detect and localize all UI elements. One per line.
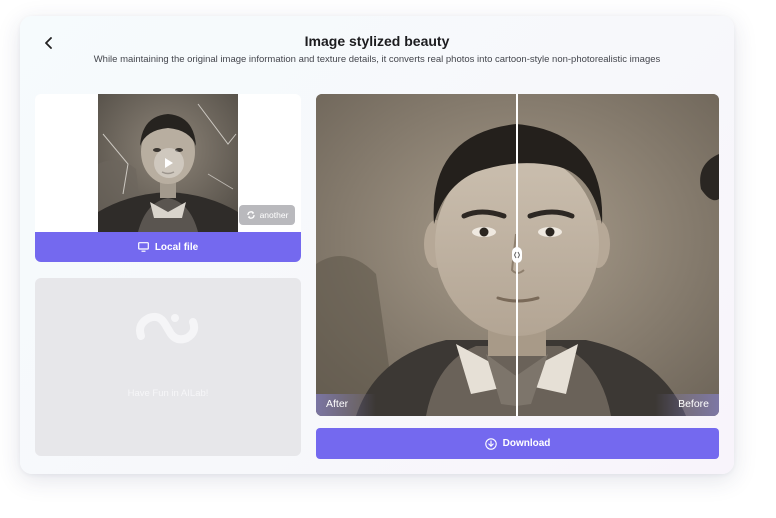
promo-text: Have Fun in AILab! (127, 388, 209, 399)
local-file-button[interactable]: Local file (35, 232, 301, 262)
download-icon (484, 437, 497, 450)
page-subtitle: While maintaining the original image inf… (93, 54, 661, 65)
main-card: Image stylized beauty While maintaining … (20, 16, 734, 474)
monitor-icon (137, 242, 149, 252)
download-button[interactable]: Download (316, 428, 719, 459)
upload-panel: another Local file (35, 94, 301, 262)
ailab-logo-icon (136, 312, 199, 344)
page-title: Image stylized beauty (304, 33, 450, 49)
promo-panel: Have Fun in AILab! (35, 278, 301, 456)
download-label: Download (502, 438, 551, 449)
slider-handle-icon (514, 251, 520, 259)
another-label: another (259, 210, 289, 220)
refresh-icon (246, 211, 255, 219)
uploaded-thumbnail[interactable] (98, 94, 238, 232)
compare-slider-handle[interactable] (512, 247, 522, 263)
before-label: Before (655, 394, 719, 416)
play-icon (165, 158, 173, 168)
local-file-label: Local file (154, 241, 199, 253)
play-button[interactable] (154, 148, 184, 178)
before-after-compare[interactable]: After Before (316, 94, 719, 416)
after-label: After (316, 394, 376, 416)
another-button[interactable]: another (239, 205, 295, 225)
